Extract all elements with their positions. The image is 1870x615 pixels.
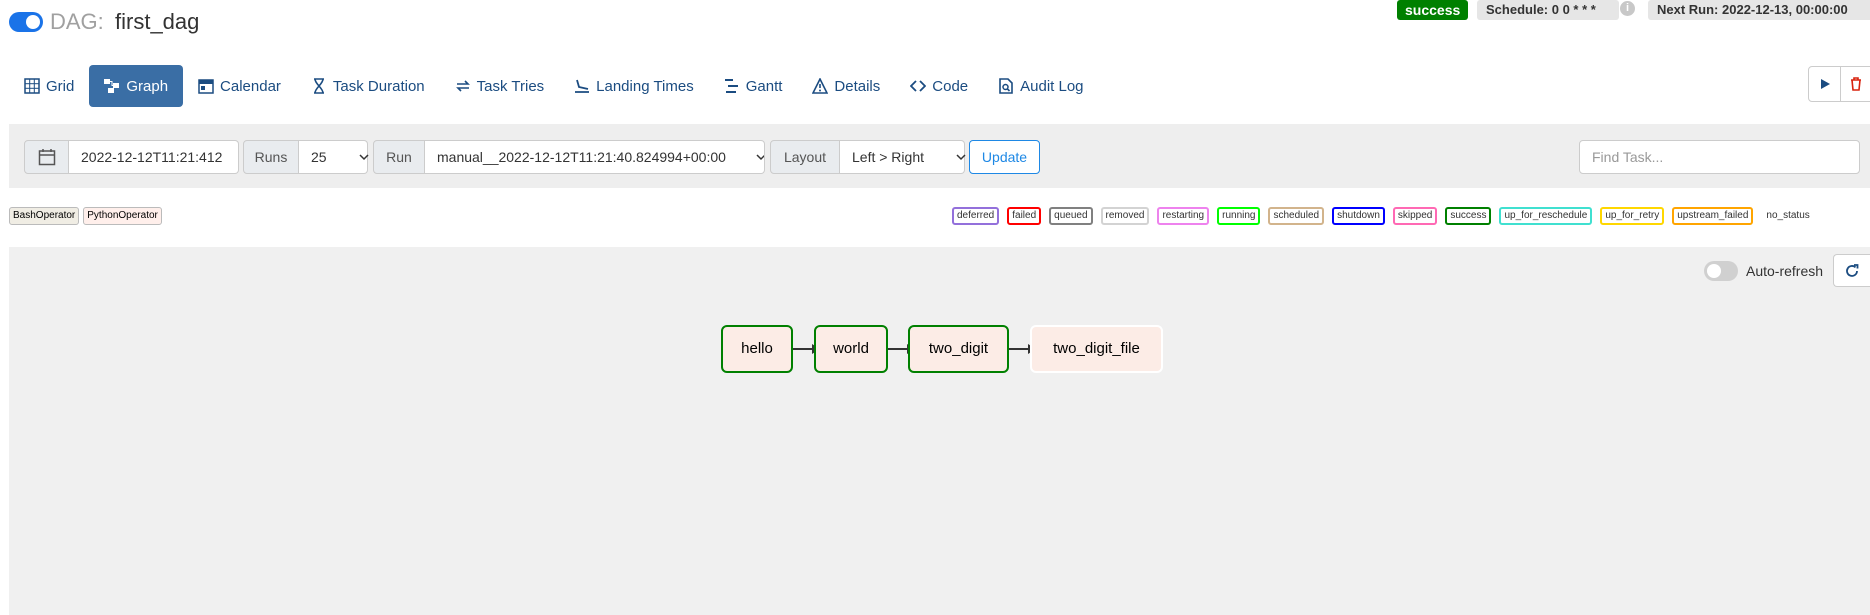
tab-label: Gantt xyxy=(745,77,783,95)
tab-gantt[interactable]: Gantt xyxy=(709,65,798,107)
graph-icon xyxy=(104,78,120,94)
task-edge xyxy=(888,348,908,350)
dag-action-buttons xyxy=(1808,66,1870,102)
find-task-input[interactable]: Find Task... xyxy=(1579,140,1860,174)
retry-icon xyxy=(455,78,471,94)
legend-status-success[interactable]: success xyxy=(1445,207,1492,225)
tab-task-tries[interactable]: Task Tries xyxy=(440,65,560,107)
status-legend: deferred failed queued removed restartin… xyxy=(952,207,1815,225)
auto-refresh-control: Auto-refresh xyxy=(1704,261,1823,281)
task-edge xyxy=(1009,348,1029,350)
tab-label: Calendar xyxy=(220,77,281,95)
tab-audit-log[interactable]: Audit Log xyxy=(983,65,1098,107)
legend-status-up-for-reschedule[interactable]: up_for_reschedule xyxy=(1499,207,1593,225)
dag-prefix-label: DAG: xyxy=(50,9,104,34)
legend-status-running[interactable]: running xyxy=(1217,207,1261,225)
tab-graph[interactable]: Graph xyxy=(89,65,184,107)
tab-calendar[interactable]: Calendar xyxy=(183,65,296,107)
delete-dag-button[interactable] xyxy=(1841,66,1870,102)
tab-label: Landing Times xyxy=(596,77,694,95)
legend-status-restarting[interactable]: restarting xyxy=(1157,207,1210,225)
landing-icon xyxy=(574,78,590,94)
dag-title: first_dag xyxy=(115,9,200,34)
trash-icon xyxy=(1850,77,1861,91)
legend-status-no-status[interactable]: no_status xyxy=(1761,207,1815,225)
tab-label: Details xyxy=(834,77,881,95)
dag-run-value: manual__2022-12-12T11:21:40.824994+00:00 xyxy=(437,149,726,165)
tab-label: Code xyxy=(932,77,969,95)
layout-select[interactable]: Left > Right xyxy=(840,140,966,174)
legend-status-removed[interactable]: removed xyxy=(1100,207,1150,225)
tab-landing-times[interactable]: Landing Times xyxy=(559,65,709,107)
audit-log-icon xyxy=(998,78,1014,94)
task-node-two-digit-file[interactable]: two_digit_file xyxy=(1030,325,1163,373)
refresh-button[interactable] xyxy=(1833,254,1870,287)
tab-label: Task Duration xyxy=(332,77,425,95)
legend-status-failed[interactable]: failed xyxy=(1007,207,1042,225)
legend-status-up-for-retry[interactable]: up_for_retry xyxy=(1600,207,1665,225)
info-icon[interactable]: i xyxy=(1620,1,1635,16)
graph-filter-bar: 2022-12-12T11:21:412 Runs 25 Run manual_… xyxy=(9,124,1870,188)
dag-header: DAG: first_dag success Schedule: 0 0 * *… xyxy=(0,0,1870,46)
legend-status-deferred[interactable]: deferred xyxy=(952,207,1000,225)
calendar-icon xyxy=(198,78,214,94)
tab-label: Audit Log xyxy=(1020,77,1084,95)
task-node-hello[interactable]: hello xyxy=(721,325,793,373)
calendar-icon xyxy=(38,149,55,166)
dag-view-tabs: Grid Graph Calendar Task Duration Task T… xyxy=(9,65,1099,107)
legend-status-upstream-failed[interactable]: upstream_failed xyxy=(1672,207,1754,225)
tab-label: Grid xyxy=(46,77,75,95)
run-label: Run xyxy=(373,140,425,174)
tab-code[interactable]: Code xyxy=(895,65,983,107)
layout-value: Left > Right xyxy=(852,149,924,165)
task-edge xyxy=(793,348,813,350)
legend-python-operator: PythonOperator xyxy=(83,207,162,225)
update-button[interactable]: Update xyxy=(969,140,1040,174)
dag-state-badge: success xyxy=(1397,0,1469,20)
legend-status-queued[interactable]: queued xyxy=(1049,207,1093,225)
warning-triangle-icon xyxy=(812,78,829,94)
next-run-label: Next Run: 2022-12-13, 00:00:00 xyxy=(1648,0,1870,20)
auto-refresh-label: Auto-refresh xyxy=(1746,263,1824,279)
num-runs-select[interactable]: 25 xyxy=(299,140,369,174)
date-picker-button[interactable] xyxy=(24,140,69,174)
task-node-world[interactable]: world xyxy=(814,325,888,373)
tab-details[interactable]: Details xyxy=(797,65,895,107)
legend-status-skipped[interactable]: skipped xyxy=(1392,207,1438,225)
legend-bash-operator: BashOperator xyxy=(9,207,80,225)
toggle-knob xyxy=(26,15,40,29)
runs-label: Runs xyxy=(243,140,299,174)
play-icon xyxy=(1820,79,1830,89)
toggle-knob xyxy=(1707,264,1721,278)
code-icon xyxy=(910,78,927,94)
auto-refresh-toggle[interactable] xyxy=(1704,261,1738,281)
hourglass-icon xyxy=(311,78,327,94)
dag-run-select[interactable]: manual__2022-12-12T11:21:40.824994+00:00 xyxy=(425,140,765,174)
task-node-two-digit[interactable]: two_digit xyxy=(908,325,1009,373)
tab-label: Graph xyxy=(126,77,169,95)
tab-task-duration[interactable]: Task Duration xyxy=(296,65,440,107)
trigger-dag-button[interactable] xyxy=(1808,66,1841,102)
operator-legend: BashOperator PythonOperator xyxy=(9,207,162,225)
legend-status-shutdown[interactable]: shutdown xyxy=(1332,207,1385,225)
refresh-icon xyxy=(1846,263,1859,277)
num-runs-value: 25 xyxy=(311,149,327,165)
tab-grid[interactable]: Grid xyxy=(9,65,89,107)
schedule-label: Schedule: 0 0 * * * xyxy=(1477,0,1619,20)
legend-status-scheduled[interactable]: scheduled xyxy=(1268,207,1325,225)
dag-pause-toggle[interactable] xyxy=(9,12,43,32)
grid-icon xyxy=(24,78,40,94)
gantt-icon xyxy=(724,78,740,94)
tab-label: Task Tries xyxy=(476,77,545,95)
graph-canvas[interactable]: Auto-refresh hello world two_digit two_d… xyxy=(9,247,1870,615)
base-date-input[interactable]: 2022-12-12T11:21:412 xyxy=(69,140,239,174)
layout-label: Layout xyxy=(770,140,840,174)
